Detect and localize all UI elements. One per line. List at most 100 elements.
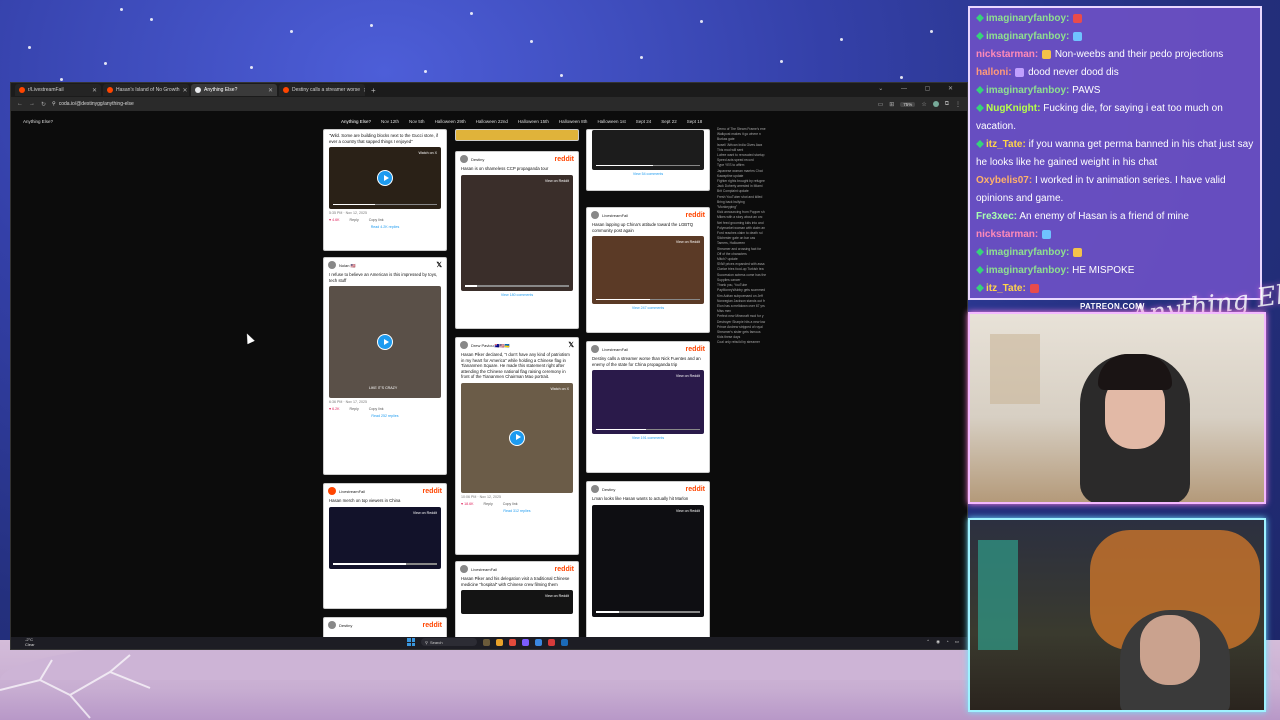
zoom-badge[interactable]: 75% bbox=[900, 101, 916, 107]
video-thumbnail[interactable]: LIKE IT'S CRAZY bbox=[329, 286, 441, 398]
page-nav-item[interactable]: Nov 12th bbox=[381, 119, 399, 124]
topic-link[interactable]: Coal only rebuild by streamer bbox=[717, 340, 787, 345]
chat-username[interactable]: itz_Tate: bbox=[986, 283, 1026, 294]
close-icon[interactable]: ✕ bbox=[268, 87, 273, 94]
page-nav-item[interactable]: Sept 22 bbox=[661, 119, 677, 124]
network-icon[interactable]: ◉ bbox=[936, 639, 940, 645]
tweet-card[interactable]: "Wild. Some are building blocks next to … bbox=[323, 129, 447, 251]
video-thumbnail[interactable]: View on Reddit bbox=[592, 504, 704, 617]
volume-icon[interactable]: ◔ bbox=[946, 639, 949, 645]
play-icon[interactable] bbox=[509, 429, 525, 446]
chat-username[interactable]: imaginaryfanboy: bbox=[986, 265, 1069, 276]
avatar bbox=[328, 487, 336, 495]
page-nav-item[interactable]: Sept 24 bbox=[636, 119, 652, 124]
star bbox=[104, 62, 107, 65]
page-nav-item[interactable]: Nov 5th bbox=[409, 119, 425, 124]
tab-1[interactable]: Hasan's Island of No Growth ✕ bbox=[103, 84, 189, 96]
close-icon[interactable]: ✕ bbox=[363, 87, 365, 94]
sub-badge-icon bbox=[976, 104, 984, 113]
chat-username[interactable]: itz_Tate: bbox=[986, 139, 1026, 150]
chat-username[interactable]: imaginaryfanboy: bbox=[986, 247, 1069, 258]
chat-username[interactable]: imaginaryfanboy: bbox=[986, 13, 1069, 24]
cast-icon[interactable]: ▭ bbox=[878, 101, 884, 108]
chat-username[interactable]: nickstarman: bbox=[976, 49, 1038, 60]
video-thumbnail[interactable]: Watch on X bbox=[461, 382, 573, 493]
install-icon[interactable]: ⊞ bbox=[889, 101, 894, 108]
taskbar-search[interactable]: ⚲ Search bbox=[421, 638, 477, 646]
new-tab-button[interactable]: + bbox=[367, 86, 380, 95]
page-nav-item[interactable]: Halloween 1st bbox=[597, 119, 625, 124]
play-icon[interactable] bbox=[377, 334, 393, 350]
sub-badge-icon bbox=[976, 32, 984, 41]
back-icon[interactable]: ← bbox=[17, 101, 23, 107]
reddit-card[interactable]: LivestreamFail reddit Hasan merch on top … bbox=[323, 483, 447, 609]
tweet-card[interactable]: Drew Pavlou 🇦🇺🇺🇸🇺🇦 𝕏 Hasan Piker declared… bbox=[455, 337, 579, 555]
page-nav-item[interactable]: Halloween 22nd bbox=[476, 119, 508, 124]
reddit-card[interactable]: Destiny reddit bbox=[323, 617, 447, 639]
task-view-icon[interactable] bbox=[483, 638, 490, 646]
reddit-card[interactable]: Destiny reddit Hasan is on shameless CCP … bbox=[455, 151, 579, 329]
reddit-card[interactable]: LivestreamFail reddit Hasan Piker and his… bbox=[455, 561, 579, 639]
tab-0[interactable]: r/LivestreamFail ✕ bbox=[15, 84, 101, 96]
weather-widget[interactable]: -2°C Clear bbox=[25, 637, 35, 647]
chat-username[interactable]: halloni: bbox=[976, 67, 1012, 78]
discord-icon[interactable] bbox=[535, 638, 542, 646]
reddit-card[interactable]: LivestreamFail reddit Destiny calls a str… bbox=[586, 341, 710, 473]
forward-icon[interactable]: → bbox=[29, 101, 35, 107]
profile-avatar[interactable] bbox=[932, 101, 939, 107]
webcam-host bbox=[968, 312, 1266, 504]
close-icon[interactable]: ✕ bbox=[92, 87, 97, 94]
page-nav-item[interactable]: Sept 18 bbox=[687, 119, 703, 124]
tab-3[interactable]: Destiny calls a streamer worse✕ bbox=[279, 84, 365, 96]
video-thumbnail[interactable]: View on Reddit bbox=[592, 370, 704, 434]
video-thumbnail[interactable]: View on Reddit bbox=[461, 174, 573, 291]
page-nav-item[interactable]: Anything Else? bbox=[341, 119, 371, 124]
reddit-icon bbox=[19, 87, 25, 93]
heart-icon[interactable]: ♥ 18.6K bbox=[461, 502, 474, 506]
chat-username[interactable]: imaginaryfanboy: bbox=[986, 85, 1069, 96]
url-field[interactable]: ⚲ coda.io/@destinygg/anything-else bbox=[52, 101, 872, 107]
play-icon[interactable] bbox=[377, 170, 393, 186]
heart-icon[interactable]: ♥ 6.2K bbox=[329, 407, 340, 411]
chat-text: HE MISPOKE bbox=[1072, 265, 1135, 276]
video-thumbnail[interactable] bbox=[592, 130, 704, 170]
steam-icon[interactable] bbox=[561, 638, 568, 646]
extensions-icon[interactable]: ⧉ bbox=[945, 101, 949, 108]
video-thumbnail[interactable]: View on Reddit bbox=[329, 506, 441, 569]
video-thumbnail[interactable]: View on Reddit bbox=[461, 590, 573, 614]
folder-icon[interactable] bbox=[496, 638, 503, 646]
chat-message: NugKnight: Fucking die, for saying i eat… bbox=[976, 100, 1254, 136]
page-nav-item[interactable]: Halloween 8th bbox=[559, 119, 588, 124]
chat-username[interactable]: NugKnight: bbox=[986, 103, 1040, 114]
video-thumbnail[interactable]: Watch on X bbox=[329, 147, 441, 209]
reddit-card[interactable]: Destiny reddit Lman looks like Hasan want… bbox=[586, 481, 710, 639]
chat-username[interactable]: Fre3xec: bbox=[976, 211, 1017, 222]
app-icon[interactable] bbox=[509, 638, 516, 646]
tab-2[interactable]: Anything Else? ✕ bbox=[191, 84, 277, 96]
notification-icon[interactable]: ▭ bbox=[955, 639, 959, 645]
chat-username[interactable]: imaginaryfanboy: bbox=[986, 31, 1069, 42]
chat-username[interactable]: nickstarman: bbox=[976, 229, 1038, 240]
site-info-icon[interactable]: ⚲ bbox=[52, 101, 56, 107]
chrome-icon[interactable] bbox=[548, 638, 555, 646]
tweet-card[interactable]: Nolan 🇺🇸 𝕏 I refuse to believe an America… bbox=[323, 257, 447, 475]
image-card[interactable] bbox=[455, 129, 579, 141]
reload-icon[interactable]: ↻ bbox=[41, 101, 46, 108]
heart-icon[interactable]: ♥ 4.6K bbox=[329, 218, 340, 222]
obs-icon[interactable] bbox=[522, 638, 529, 646]
window-controls[interactable]: ⌄ — ▢ ✕ bbox=[878, 85, 961, 92]
page-nav-item[interactable]: Halloween 15th bbox=[518, 119, 549, 124]
chat-message: imaginaryfanboy: bbox=[976, 244, 1254, 262]
chevron-up-icon[interactable]: ⌃ bbox=[926, 639, 930, 645]
bookmark-star-icon[interactable]: ☆ bbox=[921, 101, 926, 108]
close-icon[interactable]: ✕ bbox=[182, 87, 187, 94]
chat-username[interactable]: Oxybelis07: bbox=[976, 175, 1032, 186]
reddit-card[interactable]: View 54 comments bbox=[586, 129, 710, 191]
tab-bar: r/LivestreamFail ✕ Hasan's Island of No G… bbox=[11, 83, 967, 97]
avatar bbox=[591, 345, 599, 353]
page-nav-item[interactable]: Halloween 29th bbox=[435, 119, 466, 124]
video-thumbnail[interactable]: View on Reddit bbox=[592, 236, 704, 304]
windows-start-icon[interactable] bbox=[407, 638, 415, 646]
reddit-card[interactable]: LivestreamFail reddit Hasan lapping up Ch… bbox=[586, 207, 710, 333]
menu-icon[interactable]: ⋮ bbox=[955, 101, 961, 108]
